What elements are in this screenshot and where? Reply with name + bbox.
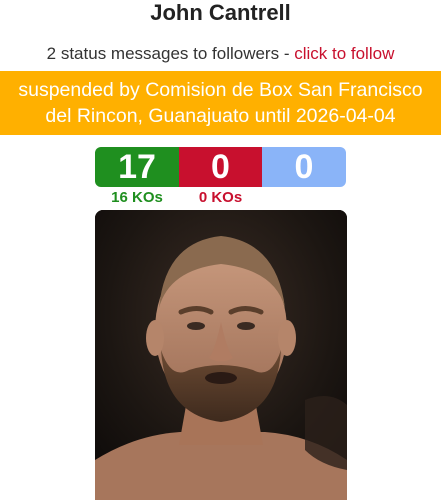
losses-count: 0 bbox=[179, 147, 262, 187]
follow-link[interactable]: click to follow bbox=[294, 44, 394, 63]
losses-kos: 0 KOs bbox=[198, 189, 243, 206]
wins-kos: 16 KOs bbox=[111, 189, 163, 206]
fighter-photo bbox=[95, 210, 347, 500]
wins-count: 17 bbox=[95, 147, 179, 187]
suspension-banner: suspended by Comision de Box San Francis… bbox=[0, 71, 441, 135]
suspension-line-2: del Rincon, Guanajuato until 2026-04-04 bbox=[45, 105, 396, 127]
suspension-line-1: suspended by Comision de Box San Francis… bbox=[18, 79, 423, 101]
fight-record: 17 0 0 bbox=[95, 147, 346, 187]
ko-counts: 16 KOs 0 KOs bbox=[95, 189, 346, 207]
fighter-portrait-icon bbox=[95, 210, 347, 500]
status-messages-text: 2 status messages to followers - bbox=[46, 44, 295, 63]
draws-count: 0 bbox=[262, 147, 346, 187]
status-line: 2 status messages to followers - click t… bbox=[0, 43, 441, 65]
fighter-name: John Cantrell bbox=[150, 0, 291, 25]
fighter-profile-page: John Cantrell 2 status messages to follo… bbox=[0, 0, 441, 500]
